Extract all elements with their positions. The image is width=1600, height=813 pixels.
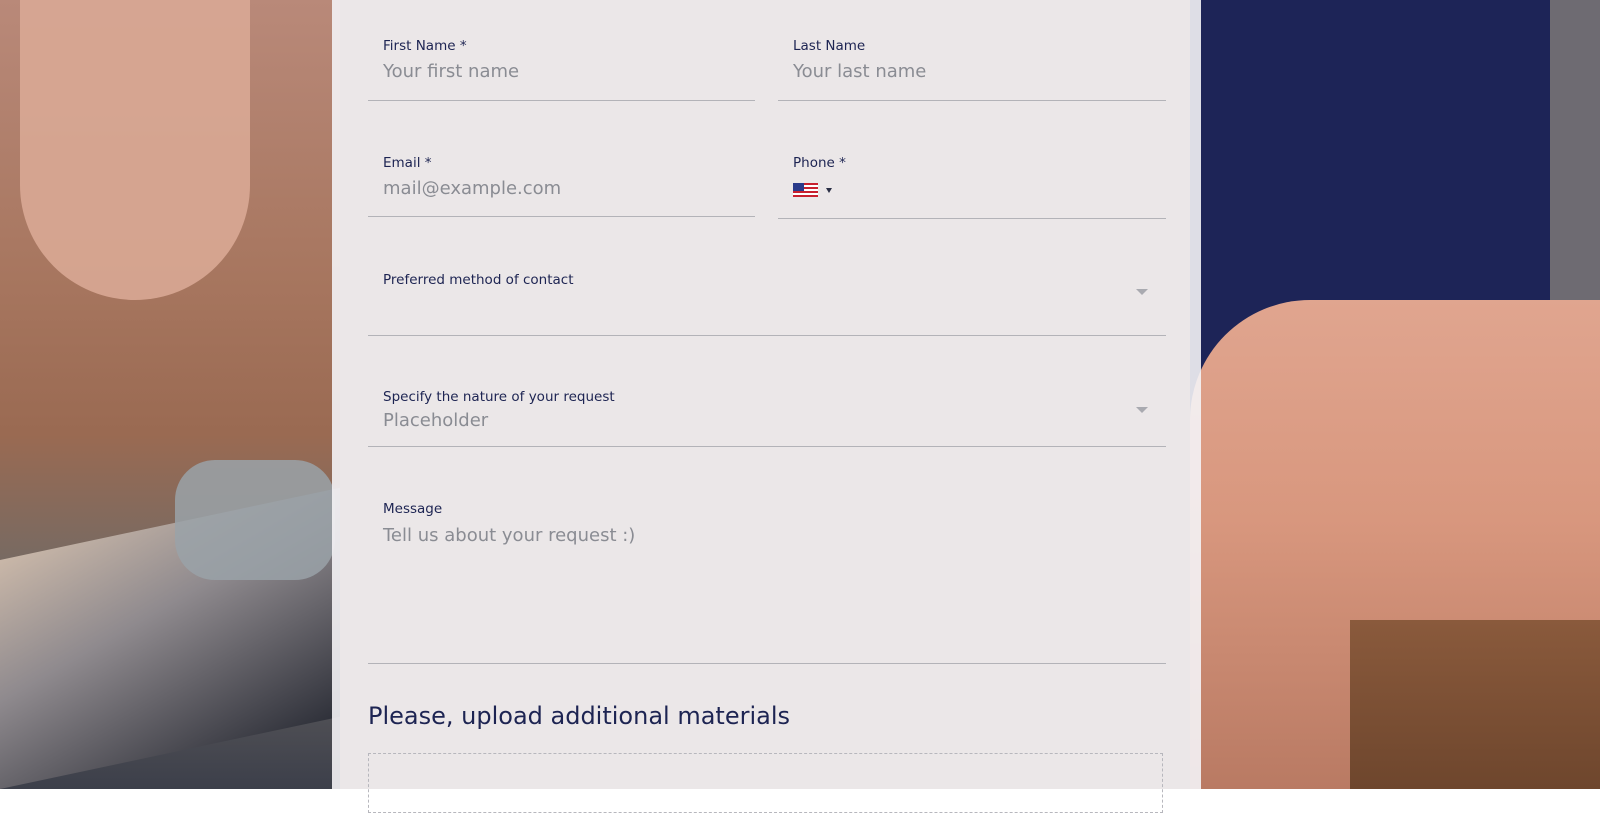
phone-underline — [778, 218, 1166, 219]
last-name-field[interactable]: Last Name Your last name — [778, 28, 1166, 101]
request-nature-select[interactable]: Specify the nature of your request Place… — [368, 380, 1166, 447]
first-name-label: First Name * — [383, 38, 467, 54]
email-label: Email * — [383, 155, 432, 171]
contact-form-panel: First Name * Your first name Last Name Y… — [332, 0, 1201, 789]
contact-method-label: Preferred method of contact — [383, 272, 574, 288]
upload-section-title: Please, upload additional materials — [368, 702, 791, 730]
contact-method-select[interactable]: Preferred method of contact — [368, 262, 1166, 336]
phone-label: Phone * — [793, 155, 846, 171]
first-name-underline — [368, 100, 755, 101]
last-name-label: Last Name — [793, 38, 866, 54]
chevron-down-icon[interactable] — [1136, 407, 1148, 413]
contact-method-underline — [368, 335, 1166, 336]
request-nature-underline — [368, 446, 1166, 447]
email-input[interactable]: mail@example.com — [383, 178, 561, 199]
request-nature-input[interactable]: Placeholder — [383, 410, 488, 431]
message-input[interactable]: Tell us about your request :) — [383, 525, 635, 546]
email-field[interactable]: Email * mail@example.com — [368, 145, 755, 217]
phone-field[interactable]: Phone * — [778, 145, 1166, 219]
message-textarea[interactable]: Message Tell us about your request :) — [368, 492, 1166, 664]
message-underline — [368, 663, 1166, 664]
message-label: Message — [383, 501, 443, 517]
first-name-input[interactable]: Your first name — [383, 61, 519, 82]
email-underline — [368, 216, 755, 217]
us-flag-icon[interactable] — [793, 183, 818, 197]
country-dropdown-caret-icon[interactable] — [826, 188, 832, 193]
file-upload-dropzone[interactable] — [368, 753, 1163, 813]
last-name-input[interactable]: Your last name — [793, 61, 926, 82]
chevron-down-icon[interactable] — [1136, 289, 1148, 295]
last-name-underline — [778, 100, 1166, 101]
first-name-field[interactable]: First Name * Your first name — [368, 28, 755, 101]
request-nature-label: Specify the nature of your request — [383, 389, 615, 405]
